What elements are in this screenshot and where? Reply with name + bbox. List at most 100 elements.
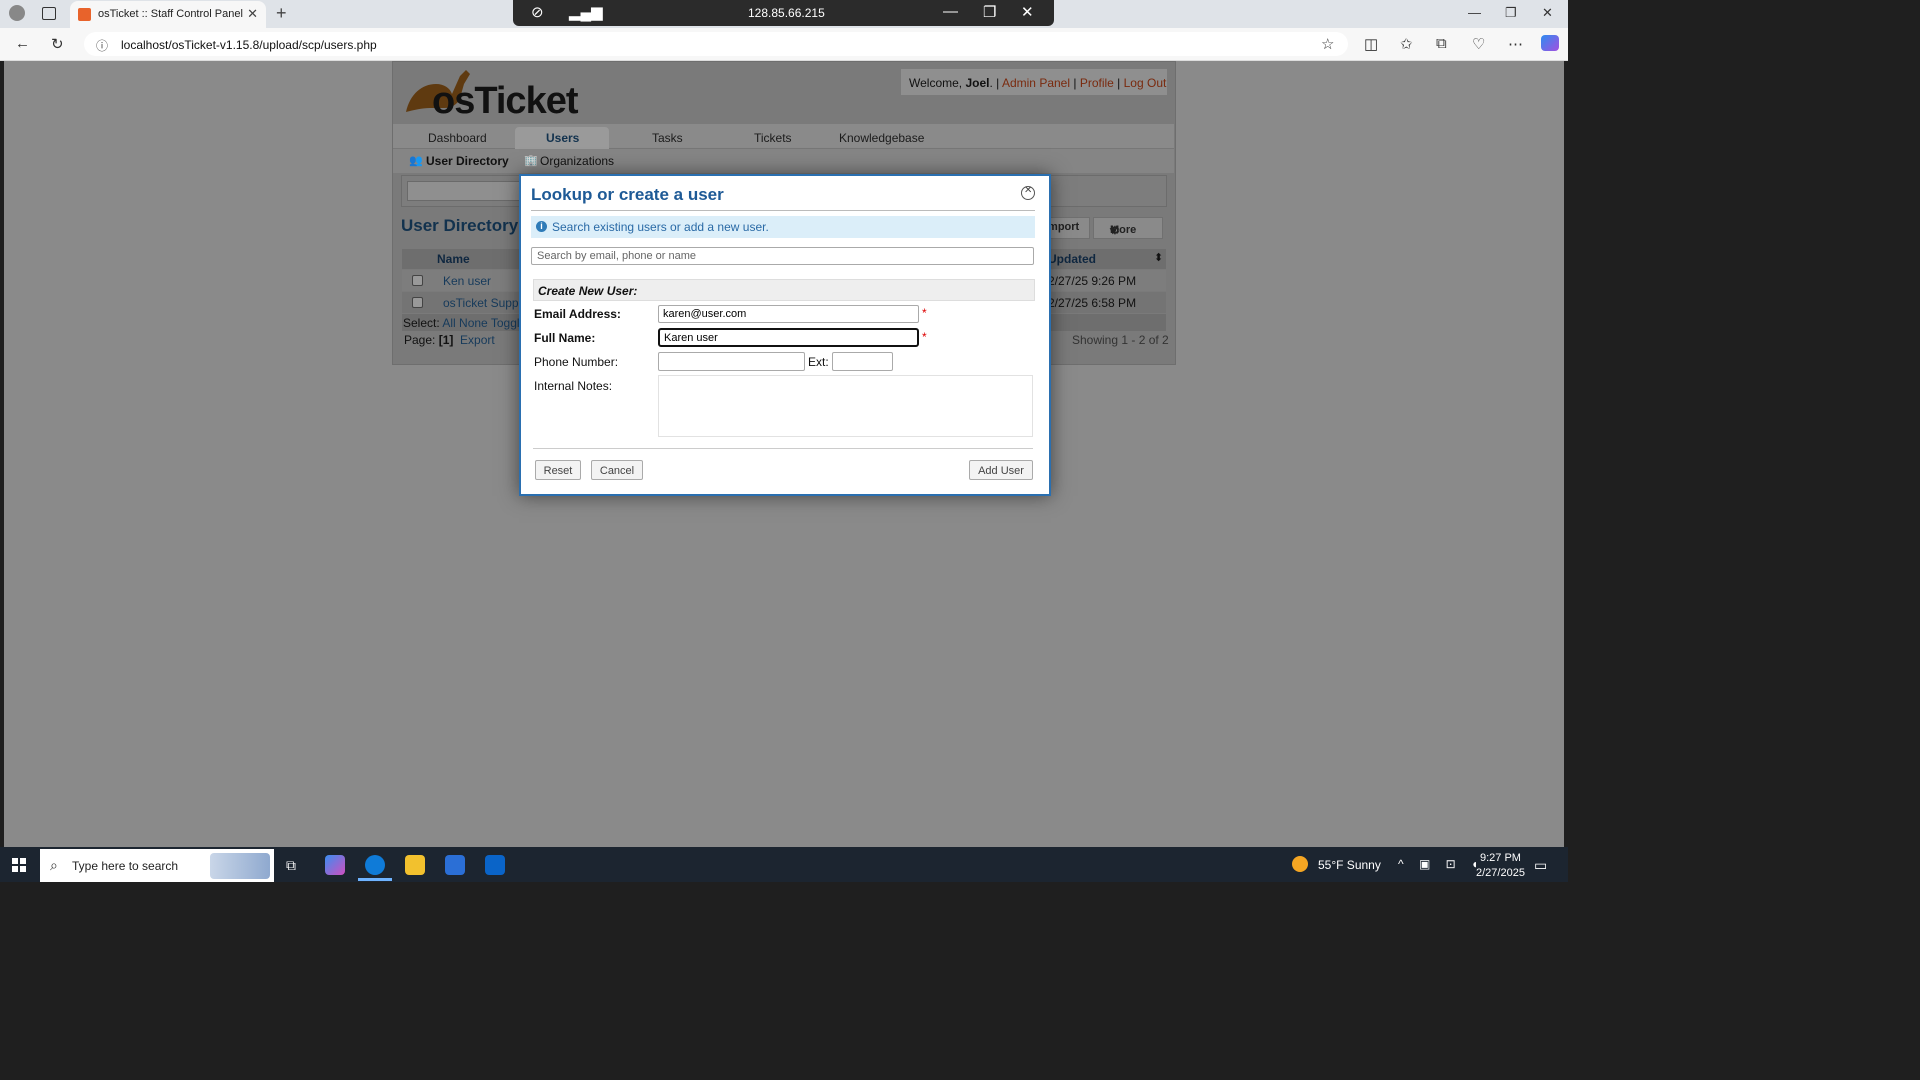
system-tray-icons[interactable]: ^ ▣ ⊡ ◖ <box>1398 857 1484 871</box>
column-updated[interactable]: Updated <box>1048 252 1096 266</box>
chevron-down-icon: ▾ <box>1110 225 1116 237</box>
row-checkbox[interactable] <box>412 275 423 286</box>
ext-label: Ext: <box>808 355 829 369</box>
new-tab-button[interactable]: + <box>276 3 287 24</box>
internal-notes-field[interactable] <box>658 375 1033 437</box>
info-banner: i Search existing users or add a new use… <box>531 216 1035 238</box>
file-explorer-icon[interactable] <box>405 855 425 875</box>
phone-label: Phone Number: <box>534 355 619 369</box>
subnav-organizations[interactable]: Organizations <box>540 154 614 168</box>
row-name[interactable]: Ken user <box>443 274 491 288</box>
profile-link[interactable]: Profile <box>1080 76 1114 90</box>
logout-link[interactable]: Log Out <box>1124 76 1167 90</box>
fullname-label: Full Name: <box>534 331 596 345</box>
search-icon: ⌕ <box>50 857 58 873</box>
window-restore-icon[interactable]: ❐ <box>1505 5 1517 21</box>
row-checkbox[interactable] <box>412 297 423 308</box>
dialog-close-icon[interactable]: ✕ <box>1021 185 1035 200</box>
add-user-button[interactable]: Add User <box>969 460 1033 480</box>
email-field[interactable] <box>658 305 919 323</box>
reload-icon[interactable]: ↻ <box>51 35 64 53</box>
select-label: Select: <box>403 316 440 330</box>
pager: Page: [1] Export <box>404 333 495 347</box>
select-none-link[interactable]: None <box>459 316 488 330</box>
welcome-user: Joel <box>965 76 990 90</box>
create-user-header-text: Create New User: <box>538 284 638 298</box>
user-directory-icon: 👥 <box>409 155 423 167</box>
tab-actions-icon[interactable] <box>42 7 56 20</box>
dialog-divider <box>531 210 1035 211</box>
profile-icon[interactable] <box>9 5 25 21</box>
info-icon: i <box>536 221 547 232</box>
subnav-user-directory[interactable]: User Directory <box>426 154 509 168</box>
remote-minimize-icon[interactable]: — <box>943 3 958 20</box>
store-icon[interactable] <box>445 855 465 875</box>
email-label: Email Address: <box>534 307 621 321</box>
copilot-taskbar-icon[interactable] <box>325 855 345 875</box>
dialog-footer-divider <box>533 448 1033 449</box>
directory-search-input[interactable] <box>407 181 529 201</box>
admin-panel-link[interactable]: Admin Panel <box>1002 76 1070 90</box>
split-screen-icon[interactable]: ◫ <box>1364 35 1378 53</box>
taskbar-search[interactable]: ⌕ Type here to search <box>40 849 274 882</box>
back-icon[interactable]: ← <box>15 35 30 52</box>
reset-button[interactable]: Reset <box>535 460 581 480</box>
tab-users[interactable]: Users <box>546 131 579 145</box>
pin-off-icon[interactable]: ⊘ <box>531 3 544 21</box>
info-text: Search existing users or add a new user. <box>552 220 769 234</box>
sort-icon[interactable]: ⬍ <box>1154 251 1163 264</box>
select-all-link[interactable]: All <box>442 316 455 330</box>
more-options-icon[interactable]: ⋯ <box>1508 35 1523 53</box>
site-info-icon[interactable]: ⓘ <box>96 37 108 54</box>
copilot-icon[interactable] <box>1541 35 1559 51</box>
sub-nav <box>393 149 1174 173</box>
tab-tasks[interactable]: Tasks <box>652 131 683 145</box>
clock-date[interactable]: 2/27/2025 <box>1476 867 1525 879</box>
favorites-icon[interactable]: ✩ <box>1400 35 1413 53</box>
cancel-button[interactable]: Cancel <box>591 460 643 480</box>
windows-start-icon[interactable] <box>12 858 26 872</box>
row-updated: 2/27/25 6:58 PM <box>1048 296 1137 310</box>
remote-close-icon[interactable]: ✕ <box>1021 3 1034 21</box>
outlook-icon[interactable] <box>485 855 505 875</box>
create-user-header: Create New User: <box>533 279 1035 301</box>
task-view-icon[interactable]: ⧉ <box>286 857 296 874</box>
row-updated: 2/27/25 9:26 PM <box>1048 274 1137 288</box>
tab-tickets[interactable]: Tickets <box>754 131 792 145</box>
edge-taskbar-icon[interactable] <box>365 855 385 875</box>
dialog-title: Lookup or create a user <box>531 185 724 204</box>
tab-knowledgebase[interactable]: Knowledgebase <box>839 131 924 145</box>
notification-icon[interactable]: ▭ <box>1534 857 1547 874</box>
favorite-star-icon[interactable]: ☆ <box>1321 35 1334 53</box>
tab-dashboard[interactable]: Dashboard <box>428 131 487 145</box>
fullname-required-mark: * <box>922 330 927 344</box>
weather-sun-icon <box>1292 856 1308 872</box>
page-label: Page: <box>404 333 436 347</box>
osticket-logo-text: osTicket <box>432 80 578 122</box>
column-name[interactable]: Name <box>437 252 470 266</box>
weather-text[interactable]: 55°F Sunny <box>1318 858 1381 872</box>
fullname-field[interactable] <box>658 328 919 347</box>
notes-label: Internal Notes: <box>534 379 613 393</box>
browser-tab[interactable]: osTicket :: Staff Control Panel ✕ <box>70 1 266 28</box>
welcome-prefix: Welcome, <box>909 76 963 90</box>
clock-time[interactable]: 9:27 PM <box>1480 852 1521 864</box>
window-close-icon[interactable]: ✕ <box>1542 5 1553 21</box>
user-search-input[interactable] <box>531 247 1034 265</box>
collections-icon[interactable]: ⧉ <box>1436 35 1447 52</box>
remote-ip: 128.85.66.215 <box>748 6 825 20</box>
phone-field[interactable] <box>658 352 805 371</box>
more-button[interactable]: ⚙ More ▾ <box>1093 217 1163 239</box>
page-current: [1] <box>438 333 454 347</box>
search-highlight-image <box>210 853 270 879</box>
browser-essentials-icon[interactable]: ♡ <box>1472 35 1485 53</box>
remote-restore-icon[interactable]: ❐ <box>983 3 996 21</box>
tab-title: osTicket :: Staff Control Panel <box>98 8 243 20</box>
email-required-mark: * <box>922 306 927 320</box>
window-minimize-icon[interactable]: — <box>1468 5 1481 20</box>
welcome-box: Welcome, Joel. | Admin Panel | Profile |… <box>900 68 1168 96</box>
export-link[interactable]: Export <box>460 333 495 347</box>
ext-field[interactable] <box>832 352 893 371</box>
signal-icon: ▂▄▆ <box>569 4 603 21</box>
tab-close-icon[interactable]: ✕ <box>247 6 258 22</box>
